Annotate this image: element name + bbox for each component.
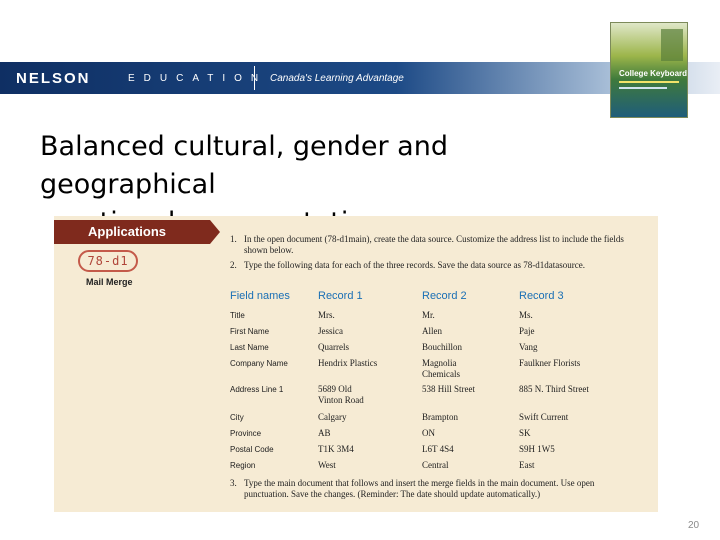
- cover-graphic: [661, 29, 683, 61]
- table-cell: Ms.: [519, 310, 533, 320]
- table-cell: Province: [230, 429, 262, 438]
- header-divider: [254, 66, 255, 90]
- table-cell: 5689 Old Vinton Road: [318, 384, 364, 405]
- table-cell: Region: [230, 461, 256, 470]
- applications-heading: Applications: [88, 224, 167, 239]
- table-cell: Allen: [422, 326, 442, 336]
- table-header: Record 2: [422, 290, 467, 302]
- table-cell: East: [519, 460, 535, 470]
- table-cell: Central: [422, 460, 449, 470]
- table-cell: Magnolia Chemicals: [422, 358, 460, 379]
- table-header: Record 1: [318, 290, 363, 302]
- cover-title: College Keyboarding: [619, 69, 688, 78]
- book-cover-image: College Keyboarding: [610, 22, 688, 118]
- table-cell: Address Line 1: [230, 385, 284, 394]
- education-label: EDUCATION: [128, 73, 268, 84]
- instruction-item: 2. Type the following data for each of th…: [230, 260, 585, 270]
- page-number: 20: [688, 520, 700, 531]
- cover-stripe: [619, 81, 679, 83]
- table-cell: L6T 4S4: [422, 444, 454, 454]
- table-cell: 885 N. Third Street: [519, 384, 589, 394]
- section-label: Mail Merge: [86, 277, 133, 287]
- table-cell: Paje: [519, 326, 535, 336]
- textbook-page-image: Applications 78-d1 Mail Merge 1. In the o…: [54, 216, 658, 512]
- table-cell: Company Name: [230, 359, 288, 368]
- table-cell: West: [318, 460, 336, 470]
- table-cell: Title: [230, 311, 245, 320]
- table-cell: Last Name: [230, 343, 269, 352]
- slide-title-line1: Balanced cultural, gender and geographic…: [40, 131, 448, 200]
- table-cell: First Name: [230, 327, 270, 336]
- table-cell: ON: [422, 428, 435, 438]
- table-cell: Bouchillon: [422, 342, 462, 352]
- instruction-item: 3. Type the main document that follows an…: [230, 478, 595, 499]
- table-cell: Mr.: [422, 310, 435, 320]
- applications-banner: Applications: [54, 220, 220, 244]
- nelson-logo: NELSON: [16, 70, 91, 87]
- table-cell: Quarrels: [318, 342, 349, 352]
- table-cell: Jessica: [318, 326, 343, 336]
- table-cell: T1K 3M4: [318, 444, 354, 454]
- tagline: Canada's Learning Advantage: [270, 73, 404, 84]
- table-cell: Brampton: [422, 412, 458, 422]
- table-cell: Hendrix Plastics: [318, 358, 378, 368]
- instruction-item: 1. In the open document (78-d1main), crea…: [230, 234, 624, 255]
- table-cell: 538 Hill Street: [422, 384, 475, 394]
- table-cell: Postal Code: [230, 445, 274, 454]
- table-cell: Swift Current: [519, 412, 569, 422]
- table-header: Record 3: [519, 290, 564, 302]
- table-cell: Vang: [519, 342, 538, 352]
- table-header: Field names: [230, 290, 290, 302]
- table-cell: S9H 1W5: [519, 444, 555, 454]
- cover-stripe: [619, 87, 667, 89]
- table-cell: Mrs.: [318, 310, 335, 320]
- table-cell: Calgary: [318, 412, 347, 422]
- table-cell: City: [230, 413, 244, 422]
- table-cell: AB: [318, 428, 331, 438]
- table-cell: SK: [519, 428, 531, 438]
- table-cell: Faulkner Florists: [519, 358, 581, 368]
- exercise-code-badge: 78-d1: [78, 250, 138, 272]
